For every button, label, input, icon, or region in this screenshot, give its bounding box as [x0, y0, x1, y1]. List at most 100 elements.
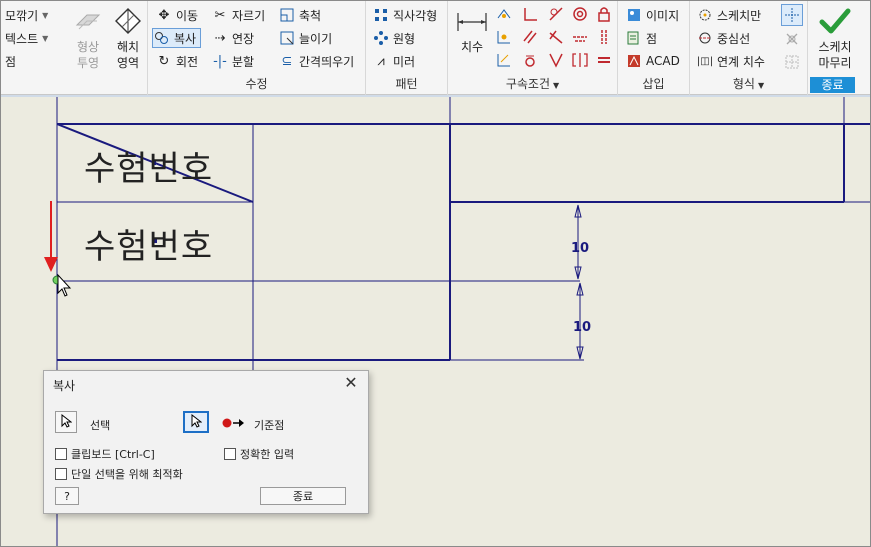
dialog-title: 복사: [53, 379, 76, 393]
vertical-icon[interactable]: [595, 28, 613, 46]
dimension-value-1[interactable]: 10: [571, 241, 589, 256]
ribbon-group-format: 스케치만 중심선 |◫| 연계 치수 형식 ▼: [690, 0, 808, 95]
offset-button[interactable]: ⊆ 간격띄우기: [278, 51, 355, 71]
driven-dimension-icon: |◫|: [696, 55, 714, 67]
help-icon: ?: [64, 489, 70, 503]
offset-icon: ⊆: [281, 53, 293, 69]
stretch-icon: [278, 29, 296, 47]
hatch-icon: [112, 5, 144, 37]
scale-icon: [278, 6, 296, 24]
cell-text-exam-number-2[interactable]: 수험번호: [84, 219, 213, 268]
rotate-icon: ↻: [158, 53, 170, 69]
ribbon-group-pattern: 직사각형 원형 ⩘ 미러 패턴: [366, 0, 448, 95]
center-point-icon[interactable]: [783, 30, 801, 48]
project-geometry-icon: [72, 5, 104, 37]
perpendicular-icon[interactable]: [521, 5, 539, 23]
dimension-button[interactable]: 치수: [454, 5, 490, 55]
sketch-only-button[interactable]: 스케치만: [696, 5, 761, 25]
parallel-icon[interactable]: [521, 28, 539, 46]
copy-icon: [153, 29, 171, 47]
select-label: 선택: [90, 419, 111, 432]
cell-text-exam-number-1[interactable]: 수험번호: [84, 141, 213, 190]
split-button[interactable]: -|- 분할: [211, 51, 254, 71]
copy-dialog: 복사 ✕ 선택 기준점 클립보드 [Ctrl-C] 정확한 입력 단일 선택을 …: [43, 370, 369, 514]
chevron-down-icon: ▼: [553, 81, 560, 90]
coincident-icon[interactable]: [495, 28, 513, 46]
move-button[interactable]: ✥ 이동: [155, 5, 199, 25]
project-geometry-button[interactable]: 형상 투영: [70, 5, 106, 71]
symmetry-bracket-icon[interactable]: [571, 51, 589, 69]
dimension-value-2[interactable]: 10: [573, 320, 591, 335]
dimension-icon: [456, 5, 488, 37]
horizontal-icon[interactable]: [571, 28, 589, 46]
cursor-arrow-icon: [60, 413, 73, 431]
close-button[interactable]: 종료: [260, 487, 346, 505]
ribbon-group-modify: ✥ 이동 ✂ 자르기 축척 복사 ⇢ 연장 늘이기 ↻ 회전 -|- 분할 ⊆ 간격띄우기 …: [148, 0, 366, 95]
rectangular-pattern-button[interactable]: 직사각형: [372, 5, 437, 25]
construction-toggle-icon[interactable]: [781, 4, 803, 26]
centerline-button[interactable]: 중심선: [696, 28, 750, 48]
concentric-icon[interactable]: [571, 5, 589, 23]
select-button[interactable]: [55, 411, 77, 433]
smooth-icon[interactable]: [495, 51, 513, 69]
finish-sketch-button[interactable]: 스케치 마무리: [812, 5, 858, 71]
auto-dimension-icon[interactable]: [495, 5, 513, 23]
move-icon: ✥: [158, 7, 170, 23]
hatch-region-button[interactable]: 해치 영역: [110, 5, 146, 71]
exit-group-title: 종료: [810, 77, 855, 93]
format-group-title: 형식 ▼: [732, 77, 765, 91]
base-point-icon[interactable]: [222, 417, 246, 432]
precise-input-checkbox[interactable]: 정확한 입력: [224, 446, 294, 462]
ribbon-group-draw-extra: 모깎기 ▼ 텍스트 ▼ 점 형상 투영 해치 영역: [0, 0, 148, 95]
base-point-label: 기준점: [254, 419, 285, 432]
sketch-only-icon: [696, 6, 714, 24]
collinear-icon[interactable]: [547, 28, 565, 46]
cursor-arrow-icon: [190, 413, 203, 431]
equal-icon[interactable]: [595, 51, 613, 69]
circular-pattern-icon: [372, 29, 390, 47]
chevron-down-icon: ▼: [42, 10, 49, 20]
chevron-down-icon: ▼: [757, 81, 765, 90]
equal-circle-icon[interactable]: [521, 51, 539, 69]
fillet-button[interactable]: 모깎기 ▼: [5, 5, 48, 25]
tangent-icon[interactable]: [547, 5, 565, 23]
fix-lock-icon[interactable]: [595, 5, 613, 23]
extend-button[interactable]: ⇢ 연장: [211, 28, 255, 48]
select-geometry-button[interactable]: [183, 411, 209, 433]
stretch-button[interactable]: 늘이기: [278, 28, 332, 48]
symmetric-icon[interactable]: [547, 51, 565, 69]
extend-icon: ⇢: [214, 30, 226, 46]
acad-icon: [625, 52, 643, 70]
help-button[interactable]: ?: [55, 487, 79, 505]
close-icon[interactable]: ✕: [342, 374, 360, 392]
ribbon-group-exit: 스케치 마무리 종료: [808, 0, 871, 95]
insert-image-button[interactable]: 이미지: [625, 5, 679, 25]
centerline-icon: [696, 29, 714, 47]
constraint-group-title: 구속조건 ▼: [505, 77, 560, 91]
trim-button[interactable]: ✂ 자르기: [211, 5, 266, 25]
copy-button[interactable]: 복사: [152, 28, 202, 48]
insert-acad-button[interactable]: ACAD: [625, 51, 680, 71]
text-button[interactable]: 텍스트 ▼: [5, 28, 48, 48]
insert-points-button[interactable]: 점: [625, 28, 657, 48]
chevron-down-icon: ▼: [42, 33, 49, 43]
insert-group-title: 삽입: [642, 77, 665, 91]
mirror-icon: ⩘: [377, 53, 385, 69]
modify-group-title: 수정: [245, 77, 268, 91]
optimize-single-selection-checkbox[interactable]: 단일 선택을 위해 최적화: [55, 466, 183, 482]
rotate-button[interactable]: ↻ 회전: [155, 51, 199, 71]
scale-button[interactable]: 축척: [278, 5, 321, 25]
driven-dimension-button[interactable]: |◫| 연계 치수: [696, 51, 765, 71]
points-import-icon: [625, 29, 643, 47]
ribbon-group-constraint: 치수 구속조건 ▼: [448, 0, 618, 95]
split-icon: -|-: [213, 53, 227, 69]
clipboard-checkbox[interactable]: 클립보드 [Ctrl-C]: [55, 446, 155, 462]
rect-pattern-icon: [372, 6, 390, 24]
circular-pattern-button[interactable]: 원형: [372, 28, 415, 48]
checkmark-icon: [819, 5, 851, 37]
ribbon-group-insert: 이미지 점 ACAD 삽입: [618, 0, 690, 95]
mirror-button[interactable]: ⩘ 미러: [372, 51, 415, 71]
ribbon: 모깎기 ▼ 텍스트 ▼ 점 형상 투영 해치 영역 ✥ 이동 ✂ 자르기 축척 복사 ⇢…: [0, 0, 871, 95]
point-button[interactable]: 점: [5, 51, 16, 71]
reference-icon[interactable]: [783, 53, 801, 71]
